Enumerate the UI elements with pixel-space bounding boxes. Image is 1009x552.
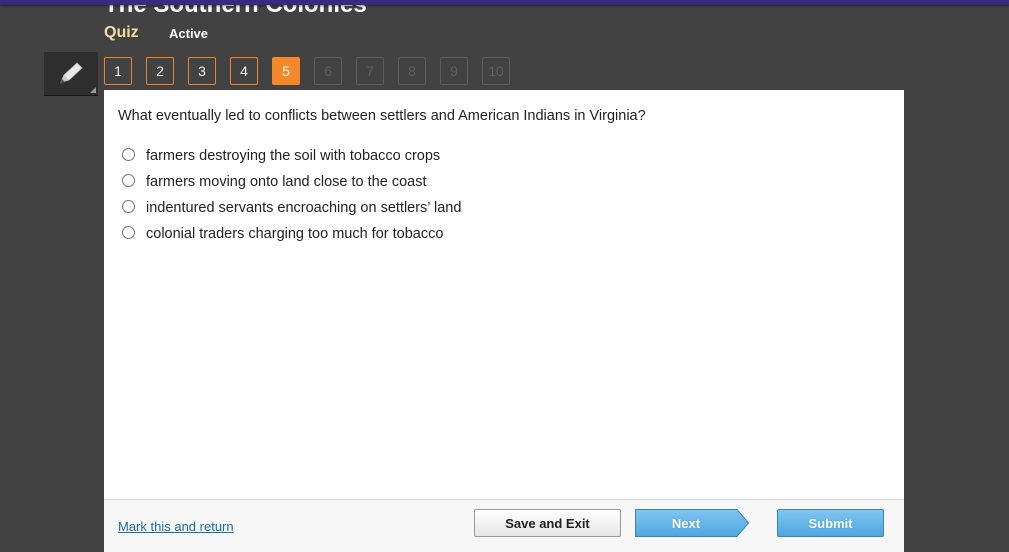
question-footer: Mark this and return Save and Exit Next … <box>104 499 904 552</box>
submit-button[interactable]: Submit <box>777 509 884 537</box>
answer-option-4[interactable]: colonial traders charging too much for t… <box>122 221 461 247</box>
question-nav-5[interactable]: 5 <box>272 57 300 85</box>
question-navigation: 1 2 3 4 5 6 7 8 9 10 <box>104 57 510 85</box>
question-nav-7: 7 <box>356 57 384 85</box>
answer-option-2[interactable]: farmers moving onto land close to the co… <box>122 169 461 195</box>
radio-button[interactable] <box>122 226 135 239</box>
next-button[interactable]: Next <box>635 509 750 537</box>
save-and-exit-button[interactable]: Save and Exit <box>474 509 621 537</box>
question-text: What eventually led to conflicts between… <box>118 108 646 124</box>
top-accent-bar <box>0 0 1009 5</box>
answer-options: farmers destroying the soil with tobacco… <box>122 143 461 247</box>
corner-indicator <box>90 87 96 93</box>
pencil-icon <box>60 62 83 84</box>
question-nav-4[interactable]: 4 <box>230 57 258 85</box>
answer-option-text: farmers moving onto land close to the co… <box>146 174 427 190</box>
question-nav-10: 10 <box>482 57 510 85</box>
question-nav-6: 6 <box>314 57 342 85</box>
answer-option-text: indentured servants encroaching on settl… <box>146 200 462 216</box>
mark-and-return-link[interactable]: Mark this and return <box>118 519 234 534</box>
question-nav-1[interactable]: 1 <box>104 57 132 85</box>
question-nav-8: 8 <box>398 57 426 85</box>
answer-option-text: farmers destroying the soil with tobacco… <box>146 148 441 164</box>
question-nav-9: 9 <box>440 57 468 85</box>
activity-type-label: Quiz <box>104 24 139 41</box>
question-nav-3[interactable]: 3 <box>188 57 216 85</box>
status-label: Active <box>169 26 209 41</box>
answer-option-3[interactable]: indentured servants encroaching on settl… <box>122 195 461 221</box>
question-nav-2[interactable]: 2 <box>146 57 174 85</box>
answer-option-text: colonial traders charging too much for t… <box>146 226 444 242</box>
next-button-label: Next <box>671 515 701 531</box>
radio-button[interactable] <box>122 174 135 187</box>
radio-button[interactable] <box>122 148 135 161</box>
question-panel: What eventually led to conflicts between… <box>104 90 904 552</box>
radio-button[interactable] <box>122 200 135 213</box>
answer-option-1[interactable]: farmers destroying the soil with tobacco… <box>122 143 461 169</box>
pencil-tool-button[interactable] <box>44 52 98 96</box>
